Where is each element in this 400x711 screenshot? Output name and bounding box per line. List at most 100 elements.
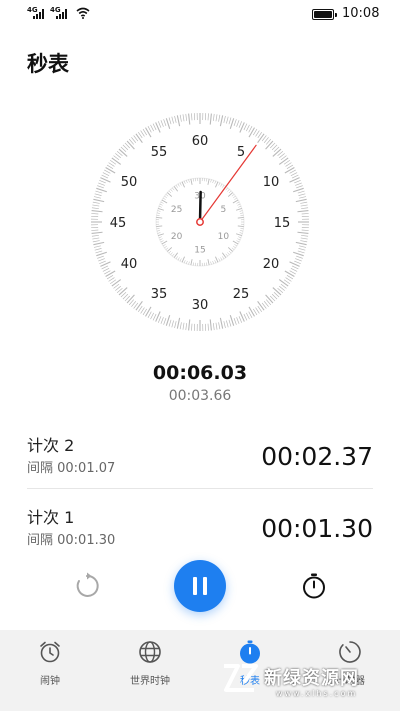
dial-tick	[298, 193, 306, 196]
inner-dial-tick	[157, 210, 161, 212]
inner-dial-tick	[175, 256, 178, 260]
inner-dial-tick	[218, 258, 221, 262]
tab-label: 世界时钟	[130, 676, 170, 687]
inner-dial-number: 5	[221, 205, 227, 215]
inner-dial-tick	[177, 183, 180, 187]
dial-tick	[135, 300, 143, 311]
dial-tick	[219, 115, 224, 127]
tab-world-clock[interactable]: 世界时钟	[100, 630, 200, 711]
dial-tick	[98, 182, 105, 186]
dial-tick	[97, 255, 104, 259]
battery-icon	[312, 9, 337, 20]
dial-tick	[245, 312, 250, 320]
inner-dial-tick	[207, 178, 210, 185]
dial-tick	[265, 294, 274, 304]
dial-tick	[245, 124, 250, 132]
dial-tick	[263, 301, 269, 307]
inner-dial-tick	[164, 245, 167, 249]
dial-tick	[91, 213, 99, 215]
tab-label: 闹钟	[40, 676, 60, 687]
dial-tick	[126, 294, 135, 304]
dial-tick	[299, 196, 307, 199]
dial-tick	[218, 114, 221, 122]
minute-hand	[198, 190, 202, 224]
dial-tick	[289, 169, 296, 174]
dial-tick	[295, 258, 302, 262]
inner-dial-tick	[156, 225, 163, 228]
inner-dial-tick	[228, 250, 232, 254]
pause-icon-bar	[203, 577, 207, 595]
dial-number: 40	[121, 257, 138, 272]
watermark-text: 新绿资源网	[264, 668, 359, 689]
signal-strength-icon	[56, 9, 67, 19]
inner-dial-tick	[162, 197, 166, 200]
inner-dial-tick	[232, 240, 239, 245]
dial-tick	[147, 311, 152, 318]
dial-tick	[291, 265, 299, 270]
inner-dial-tick	[159, 203, 163, 206]
inner-dial-tick	[225, 187, 228, 191]
dial-tick	[101, 174, 109, 179]
inner-dial-tick	[215, 181, 219, 188]
dial-tick	[176, 317, 181, 329]
watermark-url: www.xlhs.com	[276, 689, 358, 698]
dial-tick	[118, 287, 128, 296]
dial-tick	[248, 127, 255, 138]
dial-tick	[150, 124, 155, 132]
dial-tick	[215, 114, 218, 122]
inner-dial-tick	[156, 230, 160, 232]
inner-dial-tick	[212, 260, 214, 264]
dial-tick	[106, 164, 114, 170]
tab-alarm[interactable]: 闹钟	[0, 630, 100, 711]
dial-tick	[174, 321, 177, 329]
dial-tick	[255, 130, 260, 137]
dial-tick	[135, 133, 143, 144]
dial-tick	[91, 234, 99, 237]
dial-tick	[248, 306, 255, 317]
inner-dial-tick	[236, 201, 240, 204]
dial-tick	[188, 319, 191, 331]
dial-tick	[150, 312, 155, 320]
inner-dial-tick	[212, 180, 214, 184]
dial-tick	[295, 182, 302, 186]
dial-tick	[295, 198, 307, 203]
dial-tick	[94, 193, 102, 196]
dial-tick	[290, 267, 298, 272]
dial-tick	[226, 116, 229, 124]
dial-tick	[104, 270, 111, 275]
dial-tick	[99, 179, 106, 184]
dial-tick	[209, 113, 212, 125]
dial-tick	[207, 323, 209, 331]
dial-number: 10	[263, 175, 280, 190]
dial-tick	[229, 315, 235, 326]
dial-tick	[96, 187, 107, 193]
inner-dial-tick	[240, 212, 244, 214]
inner-dial-tick	[170, 189, 173, 192]
dial-tick	[165, 118, 171, 129]
dial-tick	[105, 270, 116, 277]
inner-dial-tick	[164, 195, 167, 199]
dial-tick	[102, 267, 110, 272]
dial-tick	[291, 174, 299, 179]
inner-dial-tick	[179, 182, 182, 186]
lap-stopwatch-icon[interactable]	[300, 572, 328, 600]
reset-icon[interactable]	[72, 571, 102, 601]
dial-tick	[298, 248, 306, 251]
dial-number: 35	[151, 287, 168, 302]
dial-tick	[188, 113, 191, 125]
lap-total-time: 00:02.37	[261, 442, 373, 471]
dial-number: 30	[192, 298, 209, 313]
dial-tick	[301, 213, 309, 215]
current-lap-time: 00:03.66	[168, 388, 232, 404]
inner-dial-tick	[188, 261, 190, 265]
pause-button[interactable]	[174, 560, 226, 612]
dial-tick	[115, 153, 121, 159]
dial-tick	[91, 229, 99, 231]
inner-dial-tick	[175, 184, 178, 188]
inner-dial-tick	[165, 247, 169, 250]
inner-dial-tick	[228, 190, 232, 194]
inner-dial-tick	[225, 253, 228, 257]
stopwatch-dial: 6051015202530354045505530510152025	[91, 113, 309, 331]
dial-tick	[236, 317, 240, 324]
dial-tick	[219, 317, 224, 329]
